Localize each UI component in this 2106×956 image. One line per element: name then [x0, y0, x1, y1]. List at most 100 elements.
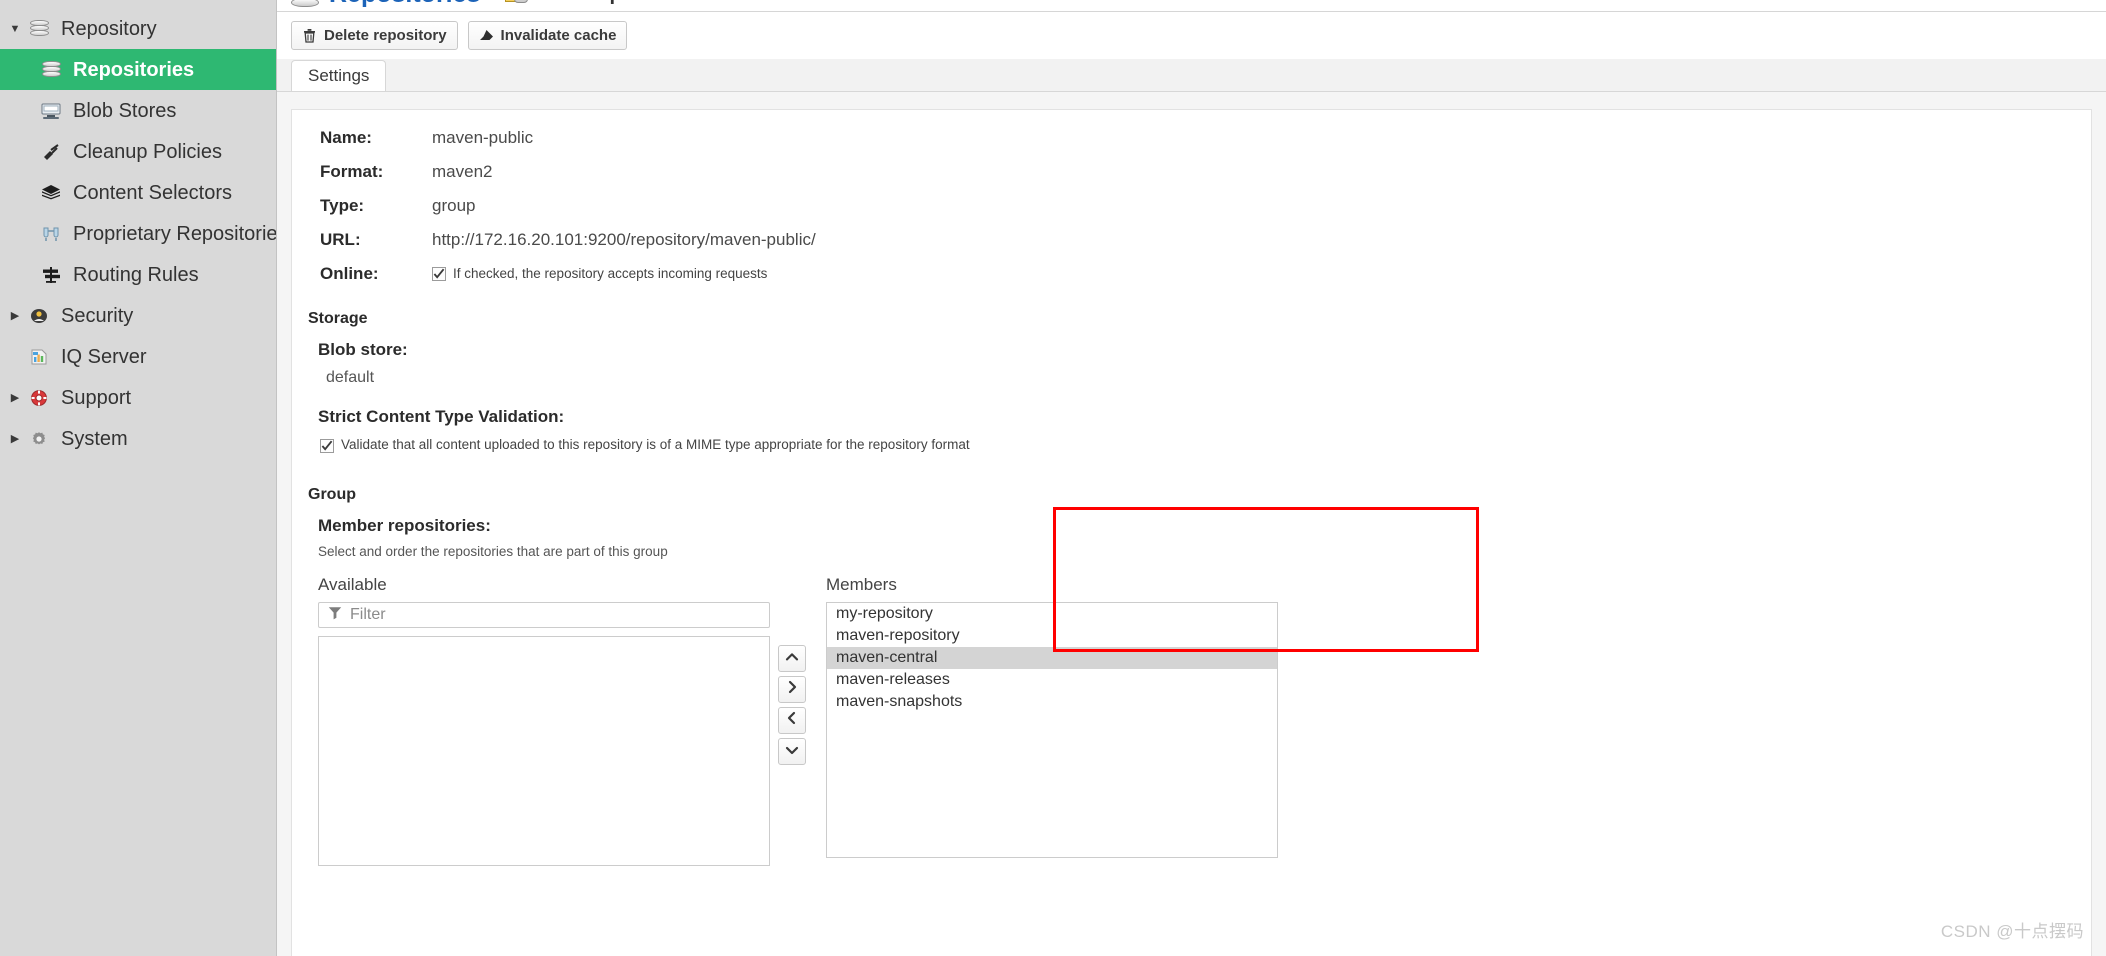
member-repositories-dual-list: Available Filter Members my-repository m… — [292, 575, 2091, 866]
blob-store-label: Blob store: — [318, 340, 408, 359]
sidebar-item-repository[interactable]: ▼ Repository — [0, 8, 276, 49]
available-column: Available — [318, 575, 770, 866]
breadcrumb-root-link[interactable]: Repositories — [329, 0, 480, 9]
sidebar-item-routing-rules[interactable]: Routing Rules — [0, 254, 276, 295]
sidebar-item-label: Security — [61, 304, 134, 327]
toolbar: Delete repository Invalidate cache — [277, 12, 2106, 59]
group-section-title: Group — [308, 486, 356, 503]
field-row-format: Format: maven2 — [292, 162, 2091, 182]
format-label: Format: — [320, 162, 384, 181]
tab-strip: Settings — [277, 59, 2106, 92]
list-item[interactable]: maven-snapshots — [827, 691, 1277, 713]
list-item[interactable]: maven-central — [827, 647, 1277, 669]
list-item-label: maven-repository — [836, 627, 960, 644]
list-item-label: maven-snapshots — [836, 693, 963, 710]
sidebar-item-iq-server[interactable]: ▸ IQ Server — [0, 336, 276, 377]
invalidate-cache-label: Invalidate cache — [500, 27, 617, 44]
sidebar: ▼ Repository Repositories Blob Stores Cl… — [0, 0, 277, 956]
name-value: maven-public — [432, 128, 534, 147]
chevron-right-icon[interactable]: ▶ — [6, 309, 24, 322]
list-item-label: maven-releases — [836, 671, 950, 688]
sidebar-item-repositories[interactable]: Repositories — [0, 49, 276, 90]
sidebar-item-label: IQ Server — [61, 345, 147, 368]
chevron-up-icon — [785, 650, 799, 668]
database-icon — [26, 18, 52, 40]
members-column: Members my-repository maven-repository m… — [826, 575, 1278, 866]
members-listbox[interactable]: my-repository maven-repository maven-cen… — [826, 602, 1278, 858]
lifebuoy-icon — [26, 387, 52, 409]
type-label: Type: — [320, 196, 365, 215]
tab-settings[interactable]: Settings — [291, 60, 387, 91]
list-item-label: my-repository — [836, 605, 933, 622]
shield-user-icon — [26, 305, 52, 327]
chevron-down-icon — [785, 743, 799, 761]
member-repositories-label: Member repositories: — [318, 516, 491, 535]
remove-from-members-button[interactable] — [778, 707, 806, 734]
list-item[interactable]: maven-releases — [827, 669, 1277, 691]
sidebar-item-label: Repository — [61, 17, 157, 40]
list-item[interactable]: my-repository — [827, 603, 1277, 625]
format-value: maven2 — [432, 162, 493, 181]
signpost-icon — [38, 264, 64, 286]
sidebar-item-support[interactable]: ▶ Support — [0, 377, 276, 418]
online-checkbox-text: If checked, the repository accepts incom… — [453, 265, 768, 281]
transfer-buttons-column — [770, 575, 826, 866]
available-filter-input[interactable] — [350, 606, 760, 624]
iq-server-icon — [26, 346, 52, 368]
move-down-button[interactable] — [778, 738, 806, 765]
sidebar-item-label: System — [61, 427, 128, 450]
url-value[interactable]: http://172.16.20.101:9200/repository/mav… — [432, 230, 816, 250]
delete-repository-button[interactable]: Delete repository — [291, 21, 458, 50]
database-icon — [38, 59, 64, 81]
chevron-right-icon[interactable]: ▶ — [6, 391, 24, 404]
add-to-members-button[interactable] — [778, 676, 806, 703]
sidebar-item-label: Support — [61, 386, 132, 409]
url-label: URL: — [320, 230, 361, 249]
repository-icon — [505, 0, 529, 5]
list-item[interactable]: maven-repository — [827, 625, 1277, 647]
sidebar-item-label: Routing Rules — [73, 263, 199, 286]
blob-store-icon — [38, 100, 64, 122]
available-caption: Available — [318, 575, 387, 594]
field-row-url: URL: http://172.16.20.101:9200/repositor… — [292, 230, 2091, 250]
sidebar-item-label: Proprietary Repositories — [73, 222, 277, 245]
sidebar-item-blob-stores[interactable]: Blob Stores — [0, 90, 276, 131]
list-item-label: maven-central — [836, 649, 938, 666]
filter-icon — [328, 606, 342, 625]
invalidate-cache-button[interactable]: Invalidate cache — [467, 21, 628, 50]
chevron-down-icon[interactable]: ▼ — [6, 23, 24, 35]
field-row-name: Name: maven-public — [292, 128, 2091, 148]
settings-panel-scroll[interactable]: Name: maven-public Format: maven2 Type: … — [277, 99, 2106, 956]
sidebar-item-label: Cleanup Policies — [73, 140, 222, 163]
database-icon — [291, 0, 319, 8]
settings-card: Name: maven-public Format: maven2 Type: … — [291, 109, 2092, 956]
breadcrumb-separator: / — [490, 0, 495, 5]
proprietary-icon — [38, 223, 64, 245]
broom-icon — [38, 141, 64, 163]
online-label: Online: — [320, 264, 379, 283]
online-checkbox[interactable] — [432, 267, 446, 281]
blob-store-value: default — [326, 369, 375, 386]
sidebar-item-content-selectors[interactable]: Content Selectors — [0, 172, 276, 213]
field-row-type: Type: group — [292, 196, 2091, 216]
strict-content-type-checkbox[interactable] — [320, 438, 334, 453]
strict-content-type-label: Strict Content Type Validation: — [318, 407, 565, 426]
breadcrumb: Repositories / maven-public — [291, 0, 668, 9]
sidebar-item-proprietary-repositories[interactable]: Proprietary Repositories — [0, 213, 276, 254]
move-up-button[interactable] — [778, 645, 806, 672]
trash-icon — [302, 28, 317, 44]
available-listbox[interactable] — [318, 636, 770, 866]
storage-section-title: Storage — [308, 310, 368, 327]
chevron-right-icon — [786, 680, 798, 699]
watermark: CSDN @十点摆码 — [1940, 922, 2084, 941]
sidebar-item-cleanup-policies[interactable]: Cleanup Policies — [0, 131, 276, 172]
online-checkbox-row[interactable]: If checked, the repository accepts incom… — [432, 266, 767, 281]
gear-icon — [26, 428, 52, 450]
sidebar-item-system[interactable]: ▶ System — [0, 418, 276, 459]
available-filter-box[interactable] — [318, 602, 770, 628]
sidebar-item-security[interactable]: ▶ Security — [0, 295, 276, 336]
chevron-right-icon[interactable]: ▶ — [6, 432, 24, 445]
strict-content-type-row[interactable]: Validate that all content uploaded to th… — [292, 437, 2091, 453]
chevron-left-icon — [786, 711, 798, 730]
sidebar-item-label: Content Selectors — [73, 181, 232, 204]
